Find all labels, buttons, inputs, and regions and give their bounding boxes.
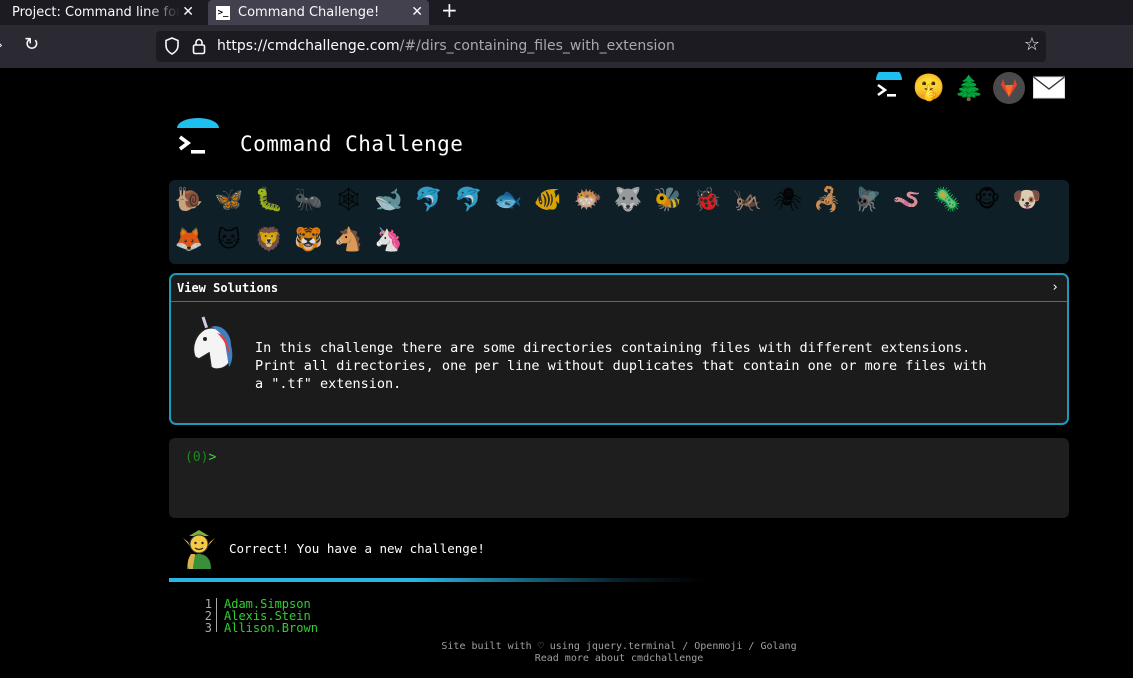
url-text[interactable]: https://cmdchallenge.com/#/dirs_containi…	[217, 38, 675, 54]
view-solutions-toggle[interactable]: View Solutions ›	[171, 275, 1067, 302]
line-value: Allison.Brown	[224, 621, 318, 632]
command-challenge-logo-icon	[177, 118, 219, 154]
close-tab-icon[interactable]: ✕	[411, 4, 423, 20]
progress-line	[169, 578, 709, 582]
lock-icon[interactable]	[192, 37, 206, 55]
ant-icon[interactable]: 🐜	[294, 185, 324, 215]
forward-arrow-icon[interactable]: ›	[0, 38, 3, 52]
butterfly-icon[interactable]: 🦋	[214, 185, 244, 215]
browser-tab-bar: Project: Command line for t ✕ >_ Command…	[0, 0, 1133, 25]
dolphin-icon[interactable]: 🐬	[413, 185, 443, 215]
tab-label: Command Challenge!	[238, 5, 380, 20]
terminal-prompt: (0)>	[185, 450, 216, 465]
worm-icon[interactable]: 🪱	[892, 185, 922, 215]
description-line: a ".tf" extension.	[255, 376, 402, 392]
challenge-card: View Solutions › In this challenge there…	[169, 273, 1069, 425]
cricket-icon[interactable]: 🦗	[733, 185, 763, 215]
challenge-description: In this challenge there are some directo…	[255, 339, 1055, 393]
url-path: /#/dirs_containing_files_with_extension	[399, 38, 675, 54]
cat-icon[interactable]: 🐱	[214, 225, 244, 255]
close-tab-icon[interactable]: ✕	[182, 4, 194, 20]
blowfish-icon[interactable]: 🐡	[573, 185, 603, 215]
prompt-count: 0	[192, 450, 201, 465]
tropical-fish-icon[interactable]: 🐠	[533, 185, 563, 215]
line-number: 3	[196, 622, 217, 632]
unicorn-icon[interactable]: 🦄	[374, 225, 404, 255]
fly-icon[interactable]: 🪰	[852, 185, 882, 215]
fox-icon[interactable]: 🦊	[174, 225, 204, 255]
url-host: https://cmdchallenge.com	[217, 38, 400, 54]
reload-icon[interactable]: ↻	[24, 34, 39, 55]
tab-command-challenge[interactable]: >_ Command Challenge! ✕	[208, 0, 429, 25]
terminal-favicon-icon: >_	[216, 5, 230, 20]
monkey-icon[interactable]: 🐵	[972, 185, 1002, 215]
ladybug-icon[interactable]: 🐞	[693, 185, 723, 215]
gitlab-icon[interactable]	[992, 71, 1026, 105]
tab-label: Project: Command line for t	[12, 5, 180, 20]
horse-icon[interactable]: 🐴	[334, 225, 364, 255]
new-tab-button[interactable]: +	[441, 0, 458, 22]
scorpion-icon[interactable]: 🦂	[812, 185, 842, 215]
output-line: 3 Allison.Brown	[196, 622, 318, 632]
bookmark-star-icon[interactable]: ☆	[1024, 34, 1040, 55]
dolphin-grey-icon[interactable]: 🐬	[453, 185, 483, 215]
elf-icon	[183, 530, 215, 569]
terminal-input[interactable]: (0)>	[169, 438, 1069, 518]
envelope-icon[interactable]	[1032, 71, 1066, 105]
lion-icon[interactable]: 🦁	[254, 225, 284, 255]
bee-icon[interactable]: 🐝	[653, 185, 683, 215]
view-solutions-label: View Solutions	[177, 281, 279, 295]
page-content: 🤫 🌲 Command Challenge 🐌 🦋 🐛 🐜 🕸 🐋 🐬 🐬 🐟 🐠 🐡 🐺 🐝 🐞 🦗 🕷 🦂 🪰…	[0, 68, 1133, 678]
tracking-shield-icon[interactable]	[164, 37, 180, 55]
caterpillar-icon[interactable]: 🐛	[254, 185, 284, 215]
tab-project-command-line[interactable]: Project: Command line for t ✕	[0, 0, 200, 25]
page-title: Command Challenge	[240, 132, 464, 156]
footer: Site built with ♡ using jquery.terminal …	[0, 641, 1133, 665]
description-line: In this challenge there are some directo…	[255, 340, 971, 356]
tree-icon[interactable]: 🌲	[954, 71, 984, 105]
chevron-right-icon[interactable]: ›	[1051, 280, 1059, 295]
unicorn-icon	[192, 316, 233, 370]
whale-icon[interactable]: 🐋	[374, 185, 404, 215]
challenge-progress-bar: 🐌 🦋 🐛 🐜 🕸 🐋 🐬 🐬 🐟 🐠 🐡 🐺 🐝 🐞 🦗 🕷 🦂 🪰 🪱 🦠 🐵 🐶 🦊 🐱 🦁 🐯 🐴 🦄	[169, 180, 1069, 264]
footer-credits: Site built with ♡ using jquery.terminal …	[441, 641, 797, 652]
command-output: 1 Adam.Simpson 2 Alexis.Stein 3 Allison.Bro…	[196, 598, 318, 632]
fish-icon[interactable]: 🐟	[493, 185, 523, 215]
wolf-icon[interactable]: 🐺	[613, 185, 643, 215]
spider-icon[interactable]: 🕷	[773, 185, 803, 215]
spider-web-icon[interactable]: 🕸	[334, 185, 364, 215]
address-bar[interactable]: https://cmdchallenge.com/#/dirs_containi…	[156, 31, 1046, 62]
description-line: Print all directories, one per line with…	[255, 358, 987, 374]
tiger-icon[interactable]: 🐯	[294, 225, 324, 255]
microbe-icon[interactable]: 🦠	[932, 185, 962, 215]
cmdchallenge-logo-icon[interactable]	[873, 71, 905, 105]
snail-icon[interactable]: 🐌	[174, 185, 204, 215]
browser-nav-bar: › ↻ https://cmdchallenge.com/#/dirs_cont…	[0, 25, 1133, 68]
footer-read-more-link[interactable]: Read more about cmdchallenge	[0, 653, 1133, 665]
prompt-paren-open: (	[185, 450, 193, 465]
dog-icon[interactable]: 🐶	[1012, 185, 1042, 215]
prompt-symbol: >	[208, 450, 217, 465]
feedback-message: Correct! You have a new challenge!	[229, 541, 485, 556]
shushing-face-icon[interactable]: 🤫	[913, 71, 945, 105]
